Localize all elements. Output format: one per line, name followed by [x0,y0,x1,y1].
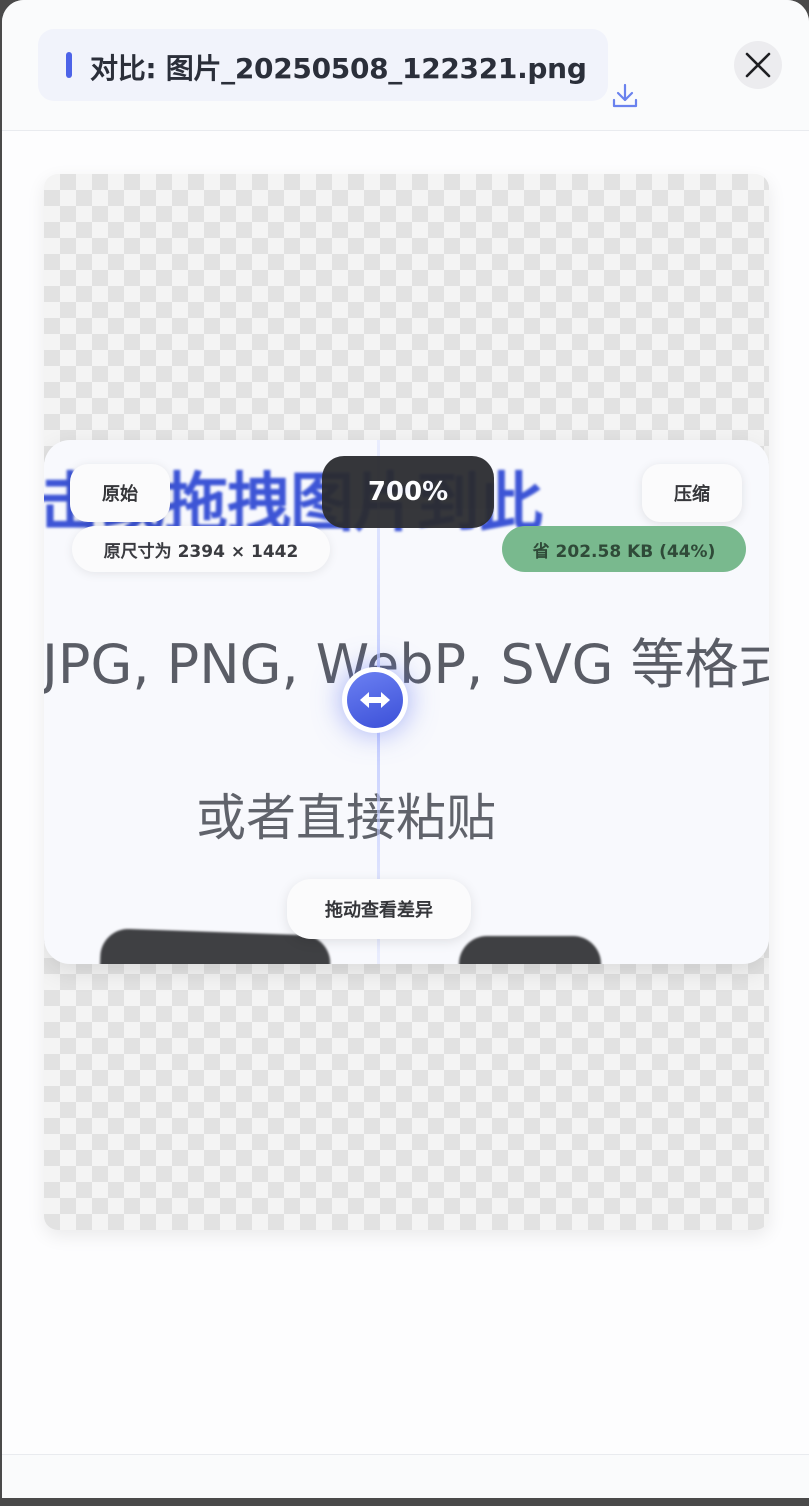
compare-modal: 对比: 图片_20250508_122321.png 击或拖拽图片到此 JPG,… [2,0,809,1498]
comparison-viewer[interactable]: 击或拖拽图片到此 JPG, PNG, WebP, SVG 等格式 或者直接粘贴 … [44,440,769,964]
image-paste-text: 或者直接粘贴 [196,789,496,847]
original-size-badge: 原尺寸为 2394 × 1442 [72,526,330,572]
drag-hint: 拖动查看差异 [287,879,471,939]
modal-header: 对比: 图片_20250508_122321.png [2,0,809,131]
download-icon [612,83,638,108]
image-formats-text: JPG, PNG, WebP, SVG 等格式 [44,633,769,696]
slider-handle[interactable] [342,667,408,733]
compressed-label: 压缩 [642,464,742,522]
zoom-level-badge: 700% [322,456,494,528]
original-label: 原始 [70,464,170,522]
close-button[interactable] [734,41,782,89]
page-title: 对比: 图片_20250508_122321.png [90,52,587,85]
close-icon [745,52,771,78]
title-pill: 对比: 图片_20250508_122321.png [38,29,638,108]
arrows-horizontal-icon [360,692,390,708]
download-button[interactable] [608,79,642,113]
image-button-shape [459,936,601,964]
modal-footer [2,1454,809,1498]
saved-size-badge: 省 202.58 KB (44%) [502,526,746,572]
slider-handle-knob [347,672,403,728]
comparison-stage: 击或拖拽图片到此 JPG, PNG, WebP, SVG 等格式 或者直接粘贴 … [44,174,769,1230]
title-accent-bar [66,52,72,78]
